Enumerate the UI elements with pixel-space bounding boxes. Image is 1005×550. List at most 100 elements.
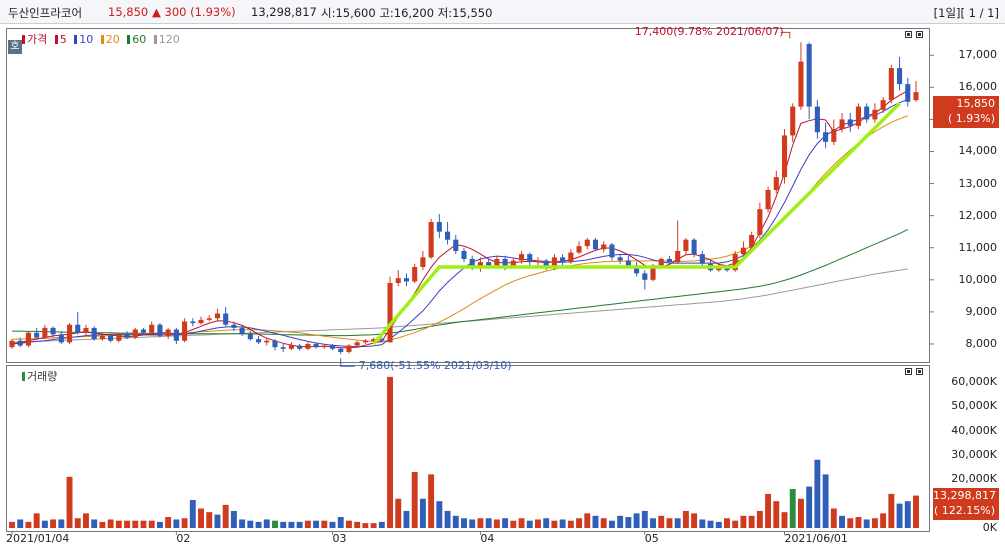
volume-bar [403,510,410,528]
volume-bar [658,515,665,528]
candle-body [855,106,862,126]
low-annotation: 7,680(-51.55% 2021/03/10) [358,359,512,373]
candle-body [691,239,697,255]
last-price-change: ( 1.93%) [947,112,995,125]
candle-body [346,345,352,352]
volume-bar [214,514,221,528]
volume-bar [17,519,24,528]
candle-body [781,135,788,178]
volume-bar [814,459,821,528]
volume-bar [518,518,525,528]
high-annotation: 17,400(9.78% 2021/06/07) [634,25,784,39]
candle-body [568,252,574,263]
volume-bar [156,521,163,528]
volume-bar [83,513,89,528]
volume-bar [25,521,32,528]
candle-body [321,345,327,348]
volume-bar [756,510,763,528]
candle-body [354,342,360,346]
candle-body [116,334,122,341]
candle-body [740,247,746,255]
candle-body [25,332,31,346]
candle-body [436,222,442,232]
volume-bar [74,518,81,528]
candle-body [190,321,196,324]
candle-body [897,68,903,85]
candle-body [83,327,89,333]
candle-body [658,258,664,266]
candle-body [806,44,812,107]
volume-bar [206,512,213,528]
volume-bar [99,521,106,528]
candle-body [149,324,155,333]
volume-bar [608,520,615,528]
candle-body [864,106,870,120]
volume-bar [173,519,180,528]
volume-bar [699,519,706,528]
volume-bar [452,515,459,528]
volume-bar [748,515,755,528]
ma5-line [11,90,909,349]
volume-bar [58,519,65,528]
volume-bar [567,520,574,528]
volume-bar [288,521,295,528]
volume-bar [337,517,344,528]
volume-bar [691,513,698,528]
volume-bar [50,519,57,528]
candle-body [675,250,681,263]
candle-body [445,231,451,240]
candle-body [206,318,212,320]
candle-body [132,329,138,338]
candle-body [288,345,294,349]
candle-body [872,109,878,120]
volume-bar [855,517,862,528]
candle-body [790,106,796,136]
volume-bar [198,508,204,528]
candle-body [403,278,410,282]
volume-bar [707,520,714,528]
candle-body [272,340,278,348]
volume-bar [789,489,796,528]
volume-bar [773,501,780,528]
candle-body [905,84,911,102]
candle-body [420,257,426,267]
candle-body [214,313,221,319]
volume-bar [502,518,509,528]
candle-body [888,68,894,101]
candle-body [765,189,771,210]
candle-body [666,258,673,263]
candle-body [338,348,344,352]
chart-canvas[interactable] [0,0,1005,550]
volume-bar [313,520,320,528]
candle-body [182,321,188,341]
volume-bar [33,513,40,528]
candle-body [239,327,245,335]
volume-bar [822,474,829,528]
volume-bar [765,493,772,528]
volume-bar [732,520,739,528]
volume-bar [896,503,903,528]
volume-bar [880,513,887,528]
candle-body [584,239,590,247]
volume-bar [806,486,813,528]
volume-bar [387,376,393,528]
candle-body [609,244,615,258]
candle-body [173,329,179,341]
candle-body [527,254,533,263]
volume-bar [140,520,147,528]
candle-body [297,345,303,349]
volume-bar [617,515,624,528]
candle-body [625,260,631,266]
candle-body [124,334,130,338]
candle-body [486,262,492,266]
candle-body [617,257,623,261]
volume-bar [510,520,517,528]
last-volume-badge: 13,298,817 ( 122.15%) [933,488,999,520]
candle-body [313,343,319,348]
volume-bar [272,520,278,528]
volume-bar [543,518,550,528]
volume-bar [781,512,788,528]
volume-bar [395,498,402,528]
volume-bar [871,518,878,528]
volume-bar [66,476,73,528]
